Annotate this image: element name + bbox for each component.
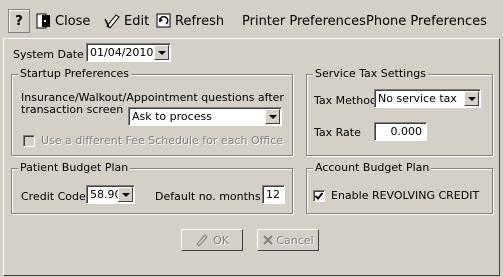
checkmark-icon (314, 192, 324, 200)
fee-schedule-checkbox[interactable] (23, 135, 35, 147)
question-select-value: Ask to process (132, 110, 212, 123)
fee-schedule-label: Use a different Fee Schedule for each Of… (41, 134, 284, 147)
pencil-icon (196, 234, 208, 247)
tax-method-label: Tax Method (314, 94, 377, 107)
ok-label: OK (213, 233, 229, 247)
pencil-icon (104, 14, 120, 29)
cancel-label: Cancel (276, 233, 314, 247)
edit-button[interactable]: Edit (104, 10, 149, 32)
tax-rate-input[interactable]: 0.000 (374, 122, 427, 141)
question-label-line2: transaction screen (21, 103, 124, 116)
credit-code-label: Credit Code (21, 190, 86, 203)
printer-preferences-label: Printer Preferences (242, 13, 366, 29)
close-door-icon (36, 13, 50, 29)
tax-method-value: No service tax (378, 92, 457, 105)
system-date-label: System Date (13, 48, 84, 61)
refresh-button[interactable]: Refresh (156, 10, 224, 32)
startup-preferences-group: Startup Preferences Insurance/Walkout/Ap… (11, 67, 293, 156)
phone-preferences-button[interactable]: Phone Preferences (366, 10, 487, 32)
toolbar: ? Close Edit Refresh Printer Preferences… (0, 0, 503, 38)
credit-code-select[interactable]: 58.90 (86, 185, 135, 204)
help-button[interactable]: ? (8, 9, 30, 33)
patient-budget-group: Patient Budget Plan Credit Code 58.90 De… (11, 161, 293, 214)
revolving-credit-checkbox[interactable] (313, 190, 325, 202)
patient-budget-title: Patient Budget Plan (18, 161, 131, 174)
question-select[interactable]: Ask to process (128, 107, 282, 126)
cancel-x-icon (263, 235, 274, 245)
months-label: Default no. months (155, 190, 261, 203)
chevron-down-icon[interactable] (265, 109, 280, 124)
service-tax-group: Service Tax Settings Tax Method No servi… (306, 67, 493, 156)
chevron-down-icon[interactable] (464, 91, 479, 106)
ok-button[interactable]: OK (181, 229, 243, 251)
phone-preferences-label: Phone Preferences (366, 13, 487, 29)
credit-code-value: 58.90 (90, 188, 122, 201)
tax-method-select[interactable]: No service tax (374, 89, 481, 108)
service-tax-title: Service Tax Settings (313, 67, 428, 80)
startup-preferences-title: Startup Preferences (18, 67, 132, 80)
system-date-value: 01/04/2010 (90, 46, 154, 59)
system-date-select[interactable]: 01/04/2010 (86, 43, 171, 62)
chevron-down-icon[interactable] (154, 45, 169, 60)
preferences-panel: System Date 01/04/2010 Startup Preferenc… (3, 38, 500, 276)
revolving-credit-label: Enable REVOLVING CREDIT (331, 189, 480, 202)
close-label: Close (55, 13, 91, 29)
account-budget-group: Account Budget Plan Enable REVOLVING CRE… (306, 161, 493, 214)
months-input[interactable]: 12 (262, 185, 285, 204)
refresh-icon (156, 13, 171, 28)
tax-rate-label: Tax Rate (314, 126, 361, 139)
refresh-label: Refresh (175, 13, 225, 29)
chevron-down-icon[interactable] (118, 187, 133, 202)
printer-preferences-button[interactable]: Printer Preferences (242, 10, 366, 32)
account-budget-title: Account Budget Plan (313, 161, 432, 174)
close-button[interactable]: Close (36, 10, 90, 32)
cancel-button[interactable]: Cancel (257, 229, 319, 251)
edit-label: Edit (124, 13, 150, 29)
